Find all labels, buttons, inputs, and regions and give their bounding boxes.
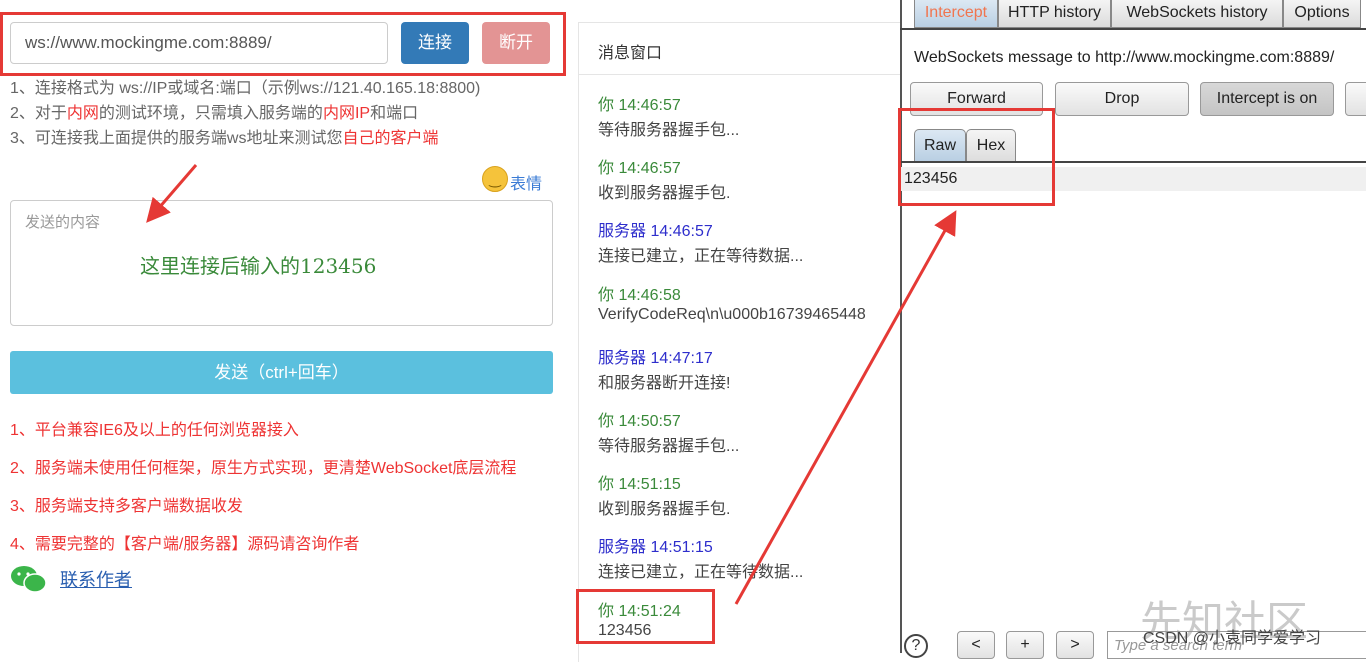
- divider: [578, 74, 902, 75]
- message-header: 服务器 14:46:57: [598, 217, 713, 241]
- message-sender: 你: [598, 160, 615, 178]
- add-button[interactable]: +: [1006, 631, 1044, 659]
- tip-text: 和端口: [370, 105, 419, 122]
- message-time: 14:51:24: [618, 602, 681, 620]
- message-body: 等待服务器握手包...: [598, 122, 740, 139]
- message-header: 服务器 14:47:17: [598, 344, 713, 368]
- wechat-icon: [11, 566, 47, 593]
- message-time: 14:47:17: [650, 349, 713, 367]
- divider: [900, 28, 1366, 30]
- message-sender: 你: [598, 97, 615, 114]
- forward-button[interactable]: Forward: [910, 82, 1043, 116]
- message-header: 你 14:46:58: [598, 281, 681, 305]
- connect-button[interactable]: 连接: [401, 22, 469, 64]
- tab-intercept[interactable]: Intercept: [914, 0, 998, 28]
- message-time: 14:46:58: [618, 286, 681, 304]
- tip-2: 2、对于内网的测试环境，只需填入服务端的内网IP和端口: [10, 99, 418, 123]
- feature-3: 3、服务端支持多客户端数据收发: [10, 498, 243, 515]
- message-editor[interactable]: 123456: [900, 167, 1366, 191]
- message-header: 你 14:46:57: [598, 91, 681, 115]
- emoji-icon[interactable]: ‿: [482, 166, 508, 192]
- disconnect-button[interactable]: 断开: [482, 22, 550, 64]
- next-button[interactable]: >: [1056, 631, 1094, 659]
- message-sender: 你: [598, 286, 615, 304]
- message-time: 14:46:57: [618, 160, 681, 178]
- intercept-toggle-button[interactable]: Intercept is on: [1200, 82, 1334, 116]
- message-sender: 你: [598, 602, 615, 620]
- message-body: 收到服务器握手包.: [598, 185, 731, 203]
- watermark-credit: CSDN @小袁同学爱学习: [1143, 630, 1322, 647]
- message-header: 服务器 14:51:15: [598, 533, 713, 557]
- tip-highlight: 内网IP: [322, 105, 371, 122]
- annotation-text: 这里连接后输入的123456: [140, 254, 377, 278]
- tip-text: 2、对于: [10, 105, 67, 122]
- tab-websockets-history[interactable]: WebSockets history: [1111, 0, 1283, 28]
- tip-text: 3、可连接我上面提供的服务端ws地址来测试您: [10, 130, 343, 147]
- message-body: 连接已建立，正在等待数据...: [598, 564, 804, 582]
- feature-2: 2、服务端未使用任何框架，原生方式实现，更清楚WebSocket底层流程: [10, 460, 517, 477]
- message-body: 等待服务器握手包...: [598, 438, 740, 455]
- message-time: 14:46:57: [618, 97, 681, 114]
- message-window-title: 消息窗口: [598, 45, 663, 62]
- message-time: 14:51:15: [618, 476, 681, 494]
- message-sender: 你: [598, 476, 615, 494]
- tab-http-history[interactable]: HTTP history: [998, 0, 1111, 28]
- send-button[interactable]: 发送（ctrl+回车）: [10, 351, 553, 394]
- tip-highlight: 自己的客户端: [342, 130, 439, 147]
- contact-author-link[interactable]: 联系作者: [60, 566, 132, 592]
- emoji-button[interactable]: 表情: [510, 170, 542, 194]
- feature-4: 4、需要完整的【客户端/服务器】源码请咨询作者: [10, 536, 360, 553]
- message-header: 你 14:51:15: [598, 470, 681, 494]
- action-button[interactable]: [1345, 82, 1366, 116]
- tip-text: 1、连接格式为 ws://IP或域名:端口（示例ws://121.40.165.…: [10, 80, 481, 97]
- subtab-hex[interactable]: Hex: [966, 129, 1016, 161]
- message-header: 你 14:46:57: [598, 154, 681, 178]
- ws-message-header: WebSockets message to http://www.mocking…: [914, 49, 1335, 66]
- message-body: 连接已建立，正在等待数据...: [598, 248, 804, 266]
- message-sender: 服务器: [598, 349, 647, 367]
- message-time: 14:51:15: [650, 539, 713, 557]
- tip-highlight: 内网: [66, 105, 99, 122]
- tip-1: 1、连接格式为 ws://IP或域名:端口（示例ws://121.40.165.…: [10, 74, 480, 98]
- previous-button[interactable]: <: [957, 631, 995, 659]
- message-sender: 你: [598, 413, 615, 430]
- message-body: 和服务器断开连接!: [598, 374, 731, 392]
- message-body: 收到服务器握手包.: [598, 501, 731, 519]
- divider: [900, 161, 1366, 163]
- ws-url-input[interactable]: ws://www.mockingme.com:8889/: [10, 22, 388, 64]
- subtab-raw[interactable]: Raw: [914, 129, 966, 161]
- message-sender: 服务器: [598, 539, 647, 557]
- message-time: 14:46:57: [650, 223, 713, 241]
- tip-text: 的测试环境，只需填入服务端的: [98, 105, 323, 122]
- drop-button[interactable]: Drop: [1055, 82, 1189, 116]
- message-body: VerifyCodeReq\n\u000b16739465448: [598, 305, 866, 323]
- message-sender: 服务器: [598, 223, 647, 241]
- message-time: 14:50:57: [618, 413, 681, 430]
- help-icon[interactable]: ?: [904, 634, 928, 658]
- tab-options[interactable]: Options: [1283, 0, 1361, 28]
- feature-1: 1、平台兼容IE6及以上的任何浏览器接入: [10, 422, 299, 439]
- message-body: 123456: [598, 621, 652, 639]
- tip-3: 3、可连接我上面提供的服务端ws地址来测试您自己的客户端: [10, 124, 438, 148]
- message-header: 你 14:50:57: [598, 407, 681, 431]
- message-header: 你 14:51:24: [598, 597, 681, 621]
